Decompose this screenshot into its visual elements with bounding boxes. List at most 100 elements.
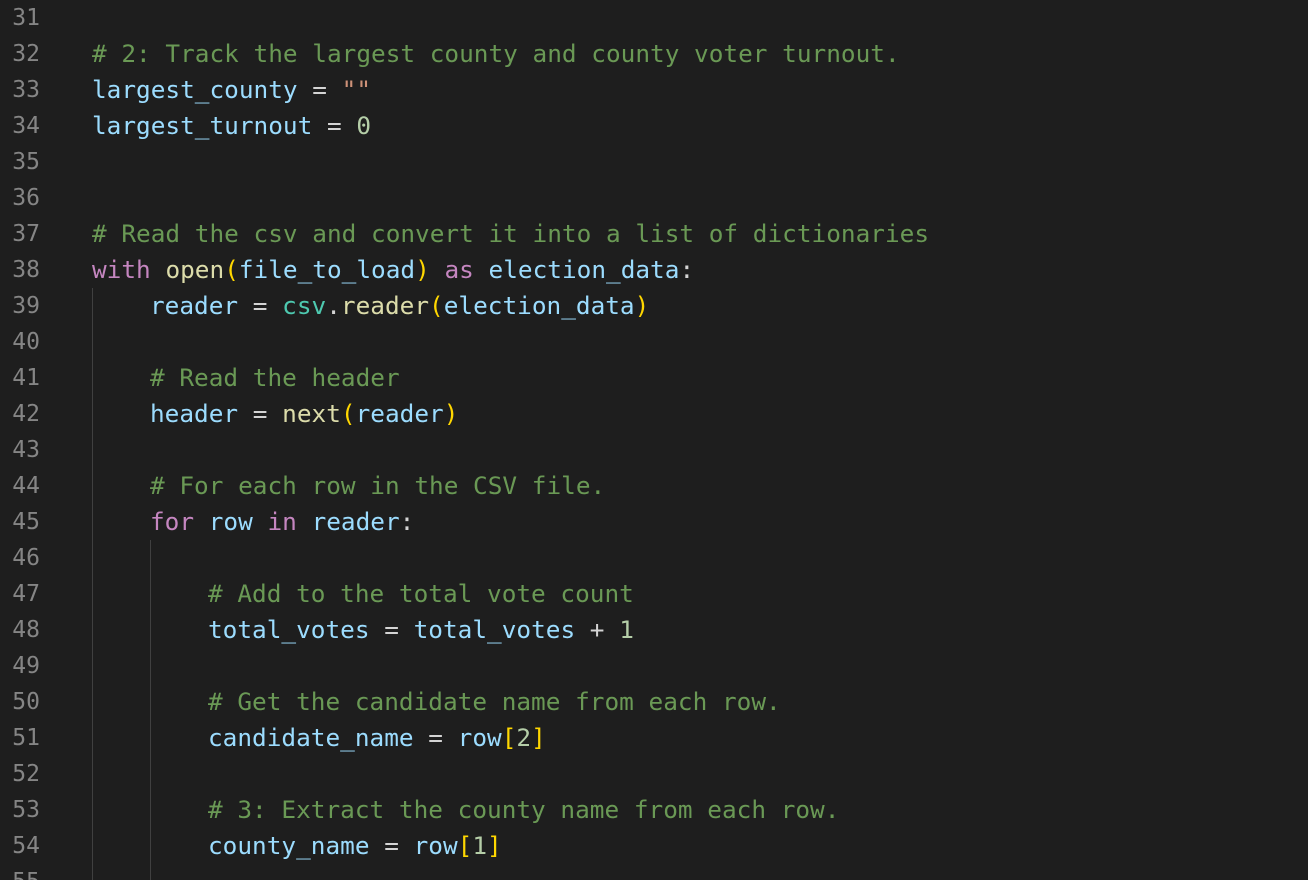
code-token-number: 2 [516,723,532,752]
code-text[interactable]: largest_county = "" [92,72,371,108]
code-text[interactable]: for row in reader: [150,504,414,540]
code-text[interactable]: largest_turnout = 0 [92,108,371,144]
code-line[interactable]: 47 # Add to the total vote count [0,576,1308,612]
code-token-keyword: as [444,255,474,284]
code-line[interactable]: 45 for row in reader: [0,504,1308,540]
code-line[interactable]: 31 [0,0,1308,36]
code-token-number: 1 [619,615,634,644]
code-text[interactable]: header = next(reader) [150,396,458,432]
code-text[interactable]: # For each row in the CSV file. [150,468,605,504]
line-number: 54 [12,833,40,859]
line-number: 46 [12,545,40,571]
code-token-variable: election_data [443,291,635,320]
code-line[interactable]: 35 [0,144,1308,180]
code-line[interactable]: 50 # Get the candidate name from each row… [0,684,1308,720]
line-number: 32 [12,41,40,67]
code-line[interactable]: 38 with open(file_to_load) as election_da… [0,252,1308,288]
code-token-bracket1: ] [487,831,502,860]
code-token-variable: reader [150,291,239,320]
code-token-comment: # Add to the total vote count [208,579,634,608]
code-token-variable: total_votes [413,615,576,644]
code-token-bracket1: ( [340,399,356,428]
code-line[interactable]: 36 [0,180,1308,216]
line-number: 48 [12,617,40,643]
code-token-operator: = [413,723,458,752]
code-token-operator: = [312,111,357,140]
code-line[interactable]: 32 # 2: Track the largest county and coun… [0,36,1308,72]
code-line[interactable]: 52 [0,756,1308,792]
code-line[interactable]: 48 total_votes = total_votes + 1 [0,612,1308,648]
line-number: 49 [12,653,40,679]
line-number: 51 [12,725,40,751]
code-token-comment: # Read the header [150,363,400,392]
code-token-plain: . [326,291,341,320]
code-token-plain: : [399,507,415,536]
code-text[interactable]: total_votes = total_votes + 1 [208,612,634,648]
code-line[interactable]: 46 [0,540,1308,576]
code-line[interactable]: 43 [0,432,1308,468]
code-token-variable: total_votes [208,615,370,644]
code-line[interactable]: 54 county_name = row[1] [0,828,1308,864]
code-text[interactable]: # Read the csv and convert it into a lis… [92,216,929,252]
line-number: 34 [12,113,40,139]
code-line[interactable]: 39 reader = csv.reader(election_data) [0,288,1308,324]
code-token-operator: = [238,291,283,320]
code-text[interactable]: county_name = row[1] [208,828,502,864]
code-text[interactable]: # Get the candidate name from each row. [208,684,781,720]
code-line[interactable]: 34 largest_turnout = 0 [0,108,1308,144]
code-line[interactable]: 37 # Read the csv and convert it into a l… [0,216,1308,252]
code-token-keyword: for [150,507,195,536]
code-token-plain: : [679,255,695,284]
line-number: 55 [0,864,40,880]
code-text[interactable]: # 3: Extract the county name from each r… [208,792,839,828]
code-token-variable: reader [311,507,400,536]
code-token-function: open [165,255,225,284]
code-token-operator: = [297,75,342,104]
code-line[interactable]: 55 [0,864,1308,880]
code-token-bracket1: ( [224,255,239,284]
code-token-bracket1: ) [634,291,650,320]
line-number: 31 [12,5,40,31]
code-token-number: 1 [472,831,488,860]
code-token-string: "" [341,75,372,104]
code-token-bracket1: ) [443,399,459,428]
code-token-variable: file_to_load [238,255,416,284]
code-text[interactable]: # Read the header [150,360,400,396]
code-line[interactable]: 53 # 3: Extract the county name from each… [0,792,1308,828]
code-line[interactable]: 42 header = next(reader) [0,396,1308,432]
line-number: 36 [12,185,40,211]
code-token-bracket1: ] [531,723,546,752]
code-token-module: csv [282,291,327,320]
code-token-comment: # 3: Extract the county name from each r… [208,795,840,824]
code-text[interactable]: with open(file_to_load) as election_data… [92,252,694,288]
code-token-variable: reader [355,399,444,428]
code-line[interactable]: 49 [0,648,1308,684]
code-token-variable: county_name [208,831,370,860]
code-token-variable: candidate_name [208,723,414,752]
code-line[interactable]: 44 # For each row in the CSV file. [0,468,1308,504]
line-number: 47 [12,581,40,607]
code-editor[interactable]: 31 32 # 2: Track the largest county and co… [0,0,1308,880]
code-line[interactable]: 33 largest_county = "" [0,72,1308,108]
code-line[interactable]: 51 candidate_name = row[2] [0,720,1308,756]
line-number: 41 [12,365,40,391]
code-token-variable: row [457,723,502,752]
code-token-operator: = [238,399,283,428]
code-token-variable: largest_county [92,75,298,104]
code-text[interactable]: # Add to the total vote count [208,576,634,612]
code-line[interactable]: 41 # Read the header [0,360,1308,396]
code-text[interactable]: reader = csv.reader(election_data) [150,288,649,324]
code-token-bracket1: [ [457,831,473,860]
code-token-bracket1: ( [429,291,444,320]
line-number: 37 [12,221,40,247]
code-token-variable: largest_turnout [92,111,313,140]
line-number: 33 [12,77,40,103]
code-text[interactable]: candidate_name = row[2] [208,720,546,756]
code-text[interactable]: # 2: Track the largest county and county… [92,36,900,72]
code-line[interactable]: 40 [0,324,1308,360]
line-number: 40 [12,329,40,355]
